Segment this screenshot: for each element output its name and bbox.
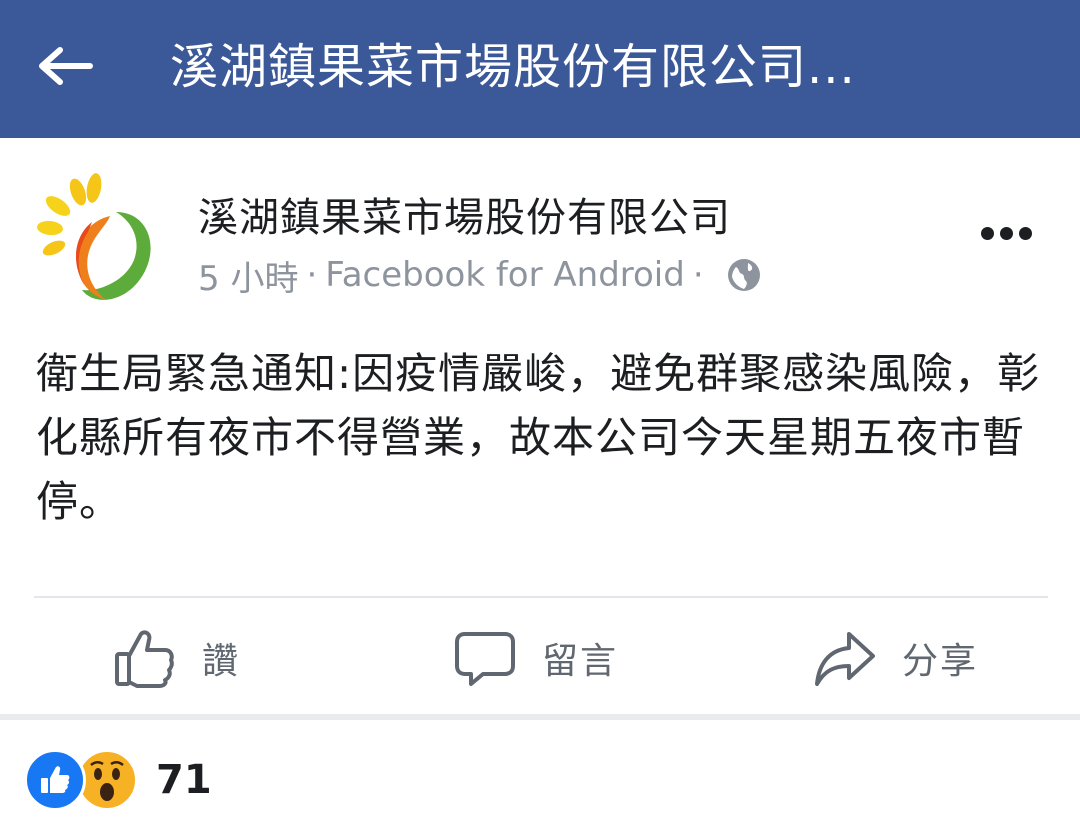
top-app-bar: 溪湖鎮果菜市場股份有限公司... [0,0,1080,138]
back-arrow-icon [38,46,94,90]
like-reaction-icon [24,749,86,811]
reaction-count: 71 [156,757,212,803]
post-meta: 5 小時 · Facebook for Android · [198,251,762,300]
page-avatar[interactable] [30,172,170,312]
page-name-link[interactable]: 溪湖鎮果菜市場股份有限公司 [198,192,731,244]
comment-label: 留言 [542,641,619,682]
share-label: 分享 [902,641,979,682]
post-time[interactable]: 5 小時 [198,251,298,300]
post-card: 溪湖鎮果菜市場股份有限公司 5 小時 · Facebook for Androi… [0,138,1080,828]
post-source: Facebook for Android [325,255,685,295]
meta-separator: · [692,255,704,295]
reactions-summary[interactable]: 71 [24,742,212,818]
like-label: 讚 [202,641,241,682]
section-divider [0,714,1080,720]
thumbs-up-icon [112,625,178,691]
share-button[interactable]: 分享 [812,620,978,696]
more-dot [999,226,1013,240]
comment-icon [452,625,518,691]
back-button[interactable] [30,36,102,100]
post-actions-bar: 讚 留言 分享 [0,598,1080,714]
more-options-button[interactable] [968,208,1044,258]
share-arrow-icon [812,625,878,691]
more-dot [1018,226,1032,240]
post-body-text: 衛生局緊急通知:因疫情嚴峻，避免群聚感染風險，彰化縣所有夜市不得營業，故本公司今… [36,349,1041,526]
like-button[interactable]: 讚 [112,620,240,696]
globe-icon [726,257,762,293]
comment-button[interactable]: 留言 [452,620,618,696]
more-dot [980,226,994,240]
meta-separator: · [306,255,318,295]
page-title: 溪湖鎮果菜市場股份有限公司... [170,39,856,95]
